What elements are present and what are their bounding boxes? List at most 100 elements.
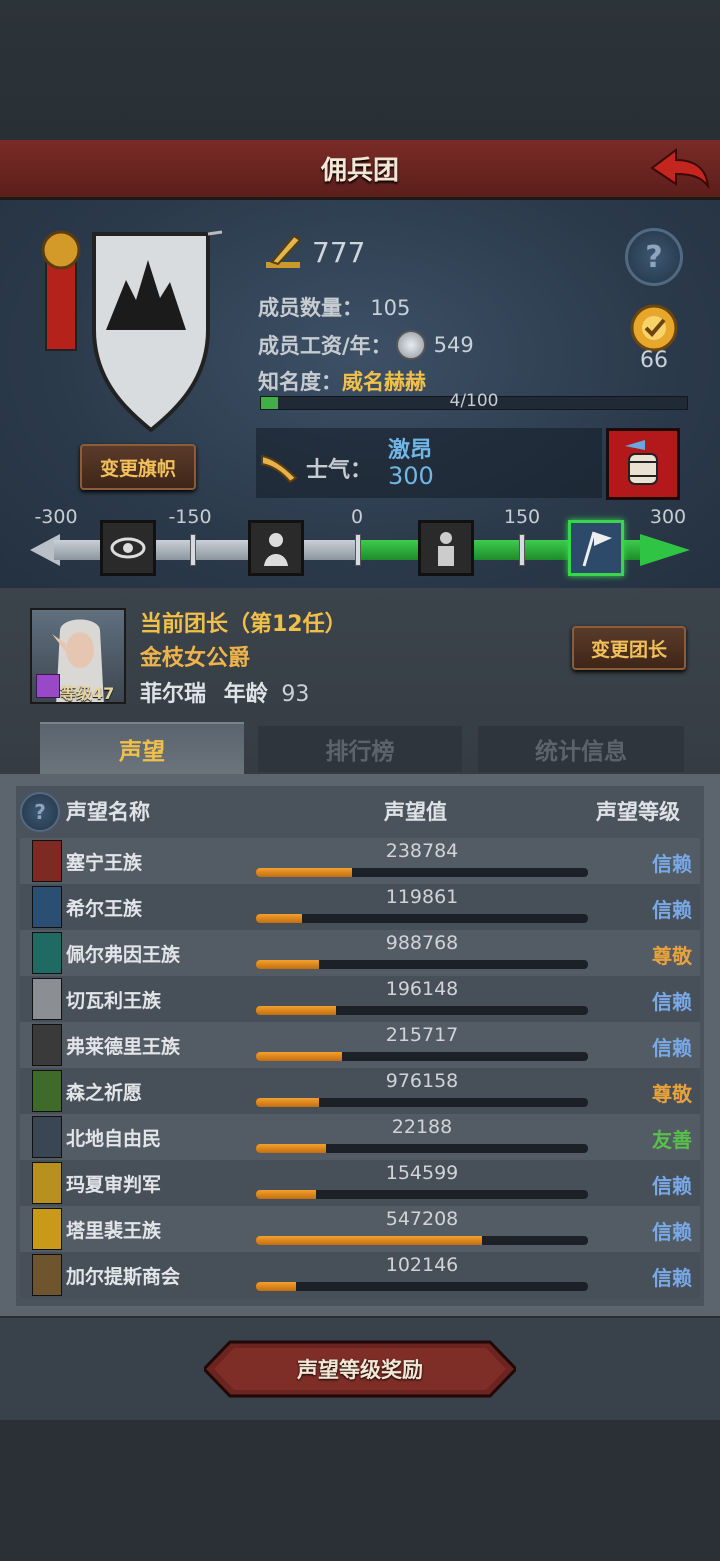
reputation-value: 976158 — [385, 1070, 459, 1092]
scale-label: -300 — [34, 506, 78, 528]
reputation-level: 信赖 — [652, 898, 692, 922]
tab-reputation[interactable]: 声望 — [40, 722, 244, 774]
faction-name: 塔里裴王族 — [66, 1220, 162, 1242]
faction-name: 佩尔弗因王族 — [66, 944, 181, 966]
reputation-level: 尊敬 — [652, 944, 692, 968]
leader-rank: 金枝女公爵 — [140, 646, 251, 671]
table-row[interactable]: 弗莱德里王族 215717 信赖 — [20, 1022, 700, 1068]
members-label: 成员数量： — [258, 296, 363, 320]
reputation-bar — [256, 960, 588, 969]
faction-crest-icon — [32, 886, 62, 928]
scale-label: 0 — [350, 506, 364, 528]
reputation-value: 154599 — [385, 1162, 459, 1184]
reputation-value: 215717 — [385, 1024, 459, 1046]
members-line: 成员数量： 105 — [258, 292, 410, 322]
salary-value: 549 — [433, 333, 474, 357]
reputation-level: 信赖 — [652, 1266, 692, 1290]
header-level: 声望等级 — [596, 800, 680, 824]
tab-leaderboard[interactable]: 排行榜 — [258, 726, 462, 772]
rank-value: 66 — [640, 348, 668, 373]
members-value: 105 — [370, 296, 411, 320]
faction-name: 玛夏审判军 — [66, 1174, 162, 1196]
tab-statistics[interactable]: 统计信息 — [478, 726, 684, 772]
page-title: 佣兵团 — [320, 156, 399, 186]
power-value: 777 — [312, 235, 366, 269]
back-arrow-icon — [650, 148, 710, 190]
leader-age-value: 93 — [281, 682, 310, 707]
header-value: 声望值 — [384, 800, 447, 824]
back-button[interactable] — [648, 146, 710, 192]
despair-figure-icon[interactable] — [248, 520, 304, 576]
faction-crest-icon — [32, 932, 62, 974]
change-flag-button[interactable]: 变更旗帜 — [80, 444, 196, 490]
title-bar: 佣兵团 — [0, 140, 720, 200]
reputation-bar-fill — [256, 914, 303, 923]
barrel-icon[interactable] — [606, 428, 680, 500]
top-background — [0, 0, 720, 140]
faction-crest-icon — [32, 978, 62, 1020]
reputation-bar-fill — [256, 1282, 296, 1291]
table-row[interactable]: 佩尔弗因王族 988768 尊敬 — [20, 930, 700, 976]
table-row[interactable]: 玛夏审判军 154599 信赖 — [20, 1160, 700, 1206]
leader-name-line: 菲尔瑞 年龄 93 — [140, 676, 309, 708]
reputation-value: 102146 — [385, 1254, 459, 1276]
table-row[interactable]: 加尔提斯商会 102146 信赖 — [20, 1252, 700, 1298]
table-row[interactable]: 北地自由民 22188 友善 — [20, 1114, 700, 1160]
morale-state: 激昂 — [388, 438, 433, 463]
faction-crest-icon — [32, 1070, 62, 1112]
table-row[interactable]: 希尔王族 119861 信赖 — [20, 884, 700, 930]
help-icon[interactable]: ? — [625, 228, 683, 286]
morale-label: 士气： — [306, 458, 373, 483]
reputation-level: 信赖 — [652, 1036, 692, 1060]
reputation-help-icon[interactable]: ? — [20, 792, 60, 832]
change-leader-button[interactable]: 变更团长 — [572, 626, 686, 670]
table-row[interactable]: 切瓦利王族 196148 信赖 — [20, 976, 700, 1022]
eye-icon[interactable] — [100, 520, 156, 576]
scale-label: -150 — [168, 506, 212, 528]
bottom-background — [0, 1420, 720, 1561]
faction-name: 北地自由民 — [66, 1128, 162, 1150]
morale-scale: -300 -150 0 150 300 — [0, 506, 720, 586]
guild-banner — [36, 220, 236, 440]
table-row[interactable]: 塔里裴王族 547208 信赖 — [20, 1206, 700, 1252]
reward-button-label: 声望等级奖励 — [297, 1358, 423, 1382]
staff-class-icon — [36, 674, 60, 698]
reputation-bar-fill — [256, 1144, 326, 1153]
faction-name: 森之祈愿 — [66, 1082, 143, 1104]
scale-label: 300 — [649, 506, 687, 528]
scale-right-arrow — [640, 534, 690, 566]
faction-crest-icon — [32, 1116, 62, 1158]
faction-crest-icon — [32, 1208, 62, 1250]
reputation-bar — [256, 1006, 588, 1015]
reputation-value: 22188 — [391, 1116, 453, 1138]
reputation-bar — [256, 1052, 588, 1061]
reputation-bar — [256, 868, 588, 877]
reputation-bar-fill — [256, 1190, 316, 1199]
faction-name: 加尔提斯商会 — [66, 1266, 181, 1288]
reputation-bar-fill — [256, 868, 353, 877]
reputation-level: 信赖 — [652, 990, 692, 1014]
scale-divider — [355, 534, 361, 566]
reputation-bar — [256, 1236, 588, 1245]
faction-crest-icon — [32, 1254, 62, 1296]
scale-label: 150 — [503, 506, 541, 528]
reputation-bar-fill — [256, 1236, 482, 1245]
faction-crest-icon — [32, 1024, 62, 1066]
reputation-bar-fill — [256, 1098, 320, 1107]
table-row[interactable]: 塞宁王族 238784 信赖 — [20, 838, 700, 884]
leader-title: 当前团长（第12任） — [140, 612, 347, 637]
faction-name: 希尔王族 — [66, 898, 143, 920]
reputation-bar-fill — [256, 1052, 343, 1061]
statue-figure-icon[interactable] — [418, 520, 474, 576]
salary-label: 成员工资/年： — [258, 334, 392, 358]
reputation-bar-fill — [256, 1006, 336, 1015]
reputation-reward-button[interactable]: 声望等级奖励 — [204, 1340, 516, 1398]
table-row[interactable]: 森之祈愿 976158 尊敬 — [20, 1068, 700, 1114]
reputation-level: 信赖 — [652, 1220, 692, 1244]
silver-coin-icon — [395, 330, 426, 360]
quill-icon — [266, 234, 302, 268]
fame-progress-text: 4/100 — [449, 391, 499, 411]
faction-name: 弗莱德里王族 — [66, 1036, 181, 1058]
reputation-bar-fill — [256, 960, 320, 969]
flag-charge-icon[interactable] — [568, 520, 624, 576]
